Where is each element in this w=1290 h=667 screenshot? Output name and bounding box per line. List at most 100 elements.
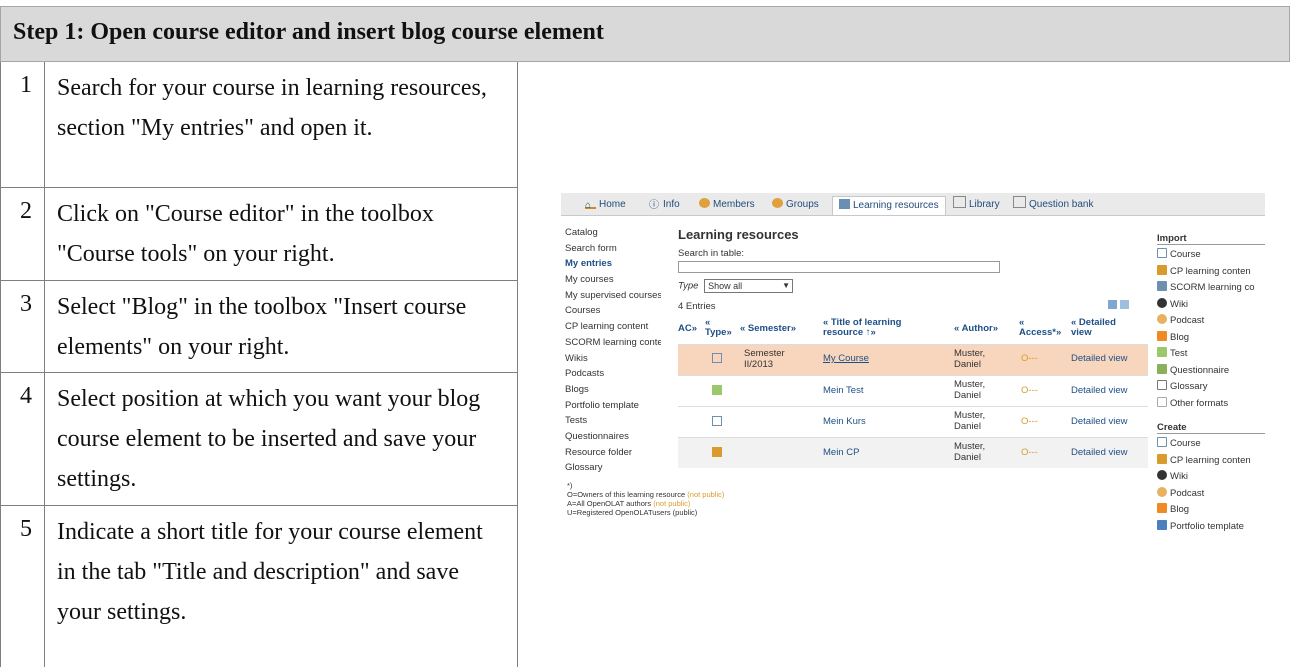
file-icon: [1157, 396, 1167, 407]
course-icon: [712, 416, 722, 426]
wiki-icon: [1157, 297, 1167, 308]
tab-home[interactable]: ⌂ Home: [585, 196, 626, 214]
export-icon[interactable]: [1108, 300, 1117, 309]
create-wiki[interactable]: Wiki: [1157, 469, 1265, 486]
tab-learning-resources[interactable]: Learning resources: [832, 196, 946, 215]
footnote-line: A=All OpenOLAT authors (not public): [567, 499, 691, 508]
olat-screenshot: ⌂ Home ⓘ Info Members Groups Learning reso…: [561, 193, 1265, 537]
import-glossary[interactable]: Glossary: [1157, 379, 1265, 396]
cell-detailed-view[interactable]: Detailed view: [1071, 385, 1128, 396]
cell-access: O---: [1021, 447, 1038, 458]
questionnaire-icon: [1157, 363, 1167, 374]
search-input[interactable]: [678, 261, 1000, 273]
import-other[interactable]: Other formats: [1157, 396, 1265, 413]
right-toolbox: Import Course CP learning conten SCORM l…: [1157, 233, 1265, 535]
nav-glossary[interactable]: Glossary: [565, 460, 661, 476]
question-bank-icon: [1013, 196, 1026, 208]
cell-semester: Semester II/2013: [744, 348, 785, 370]
left-navigation: Catalog Search form My entries My course…: [565, 225, 661, 476]
create-cp[interactable]: CP learning conten: [1157, 453, 1265, 470]
import-test[interactable]: Test: [1157, 346, 1265, 363]
create-blog[interactable]: Blog: [1157, 502, 1265, 519]
entries-count: 4 Entries: [678, 301, 716, 312]
portfolio-icon: [1157, 519, 1167, 530]
col-detailed-view[interactable]: « Detailed view: [1071, 318, 1131, 338]
col-ac[interactable]: AC»: [678, 324, 697, 334]
footnote-line: U=Registered OpenOLATusers (public): [567, 508, 698, 517]
step-row: 1 Search for your course in learning res…: [1, 62, 518, 188]
nav-cp-learning-content[interactable]: CP learning content: [565, 319, 661, 335]
step-text: Click on "Course editor" in the toolbox …: [45, 188, 518, 280]
glossary-icon: [1157, 380, 1167, 390]
nav-podcasts[interactable]: Podcasts: [565, 366, 661, 382]
cp-icon: [1157, 264, 1167, 275]
col-access[interactable]: « Access*»: [1019, 318, 1067, 338]
nav-search-form[interactable]: Search form: [565, 241, 661, 257]
import-cp[interactable]: CP learning conten: [1157, 264, 1265, 281]
footnote-line: O=Owners of this learning resource (not …: [567, 490, 725, 499]
cell-title-link[interactable]: My Course: [823, 353, 869, 364]
create-course[interactable]: Course: [1157, 436, 1265, 453]
nav-my-entries[interactable]: My entries: [565, 256, 661, 272]
settings-icon[interactable]: [1120, 300, 1129, 309]
cell-title-link[interactable]: Mein Kurs: [823, 416, 866, 427]
cell-title-link[interactable]: Mein CP: [823, 447, 859, 458]
nav-my-supervised-courses[interactable]: My supervised courses: [565, 288, 661, 304]
table-row[interactable]: Semester II/2013 My Course Muster, Danie…: [678, 344, 1148, 375]
import-blog[interactable]: Blog: [1157, 330, 1265, 347]
main-content: Learning resources Search in table: Type…: [678, 227, 1148, 468]
col-author[interactable]: « Author»: [954, 324, 998, 334]
nav-catalog[interactable]: Catalog: [565, 225, 661, 241]
cell-access: O---: [1021, 385, 1038, 396]
create-podcast[interactable]: Podcast: [1157, 486, 1265, 503]
step-row: 2 Click on "Course editor" in the toolbo…: [1, 188, 518, 281]
step-text: Indicate a short title for your course e…: [45, 506, 518, 667]
cell-author: Muster, Daniel: [954, 410, 986, 432]
import-questionnaire[interactable]: Questionnaire: [1157, 363, 1265, 380]
top-tabs: ⌂ Home ⓘ Info Members Groups Learning reso…: [561, 193, 1265, 216]
book-icon: [839, 199, 850, 209]
nav-courses[interactable]: Courses: [565, 303, 661, 319]
course-icon: [1157, 248, 1167, 258]
table-row[interactable]: Mein CP Muster, Daniel O--- Detailed vie…: [678, 437, 1148, 468]
cell-access: O---: [1021, 416, 1038, 427]
nav-tests[interactable]: Tests: [565, 413, 661, 429]
col-type[interactable]: « Type»: [705, 318, 732, 338]
table-row[interactable]: Mein Kurs Muster, Daniel O--- Detailed v…: [678, 406, 1148, 437]
nav-wikis[interactable]: Wikis: [565, 351, 661, 367]
steps-table: 1 Search for your course in learning res…: [0, 62, 518, 667]
tab-members[interactable]: Members: [699, 196, 755, 214]
import-course[interactable]: Course: [1157, 247, 1265, 264]
table-row[interactable]: Mein Test Muster, Daniel O--- Detailed v…: [678, 375, 1148, 406]
nav-my-courses[interactable]: My courses: [565, 272, 661, 288]
step-row: 5 Indicate a short title for your course…: [1, 506, 518, 667]
chevron-down-icon: ▼: [782, 281, 791, 290]
tab-groups[interactable]: Groups: [772, 196, 819, 214]
footnote-marker: *): [567, 481, 573, 490]
step-number: 3: [1, 281, 45, 372]
col-semester[interactable]: « Semester»: [740, 324, 796, 334]
import-wiki[interactable]: Wiki: [1157, 297, 1265, 314]
tab-question-bank[interactable]: Question bank: [1013, 196, 1094, 214]
nav-resource-folder[interactable]: Resource folder: [565, 445, 661, 461]
cell-detailed-view[interactable]: Detailed view: [1071, 416, 1128, 427]
groups-icon: [772, 198, 783, 208]
import-podcast[interactable]: Podcast: [1157, 313, 1265, 330]
col-title[interactable]: « Title of learning resource ↑»: [823, 318, 923, 338]
library-icon: [953, 196, 966, 208]
nav-scorm-learning-content[interactable]: SCORM learning content: [565, 335, 661, 351]
cell-detailed-view[interactable]: Detailed view: [1071, 353, 1128, 364]
cell-title-link[interactable]: Mein Test: [823, 385, 863, 396]
tab-info[interactable]: ⓘ Info: [649, 196, 680, 214]
type-select[interactable]: Show all ▼: [704, 279, 794, 293]
nav-questionnaires[interactable]: Questionnaires: [565, 429, 661, 445]
cell-detailed-view[interactable]: Detailed view: [1071, 447, 1128, 458]
import-scorm[interactable]: SCORM learning co: [1157, 280, 1265, 297]
nav-blogs[interactable]: Blogs: [565, 382, 661, 398]
step-header: Step 1: Open course editor and insert bl…: [0, 6, 1290, 62]
step-text: Select "Blog" in the toolbox "Insert cou…: [45, 281, 518, 372]
search-label: Search in table:: [678, 248, 745, 259]
nav-portfolio-template[interactable]: Portfolio template: [565, 398, 661, 414]
tab-library[interactable]: Library: [953, 196, 1000, 214]
create-portfolio-template[interactable]: Portfolio template: [1157, 519, 1265, 536]
